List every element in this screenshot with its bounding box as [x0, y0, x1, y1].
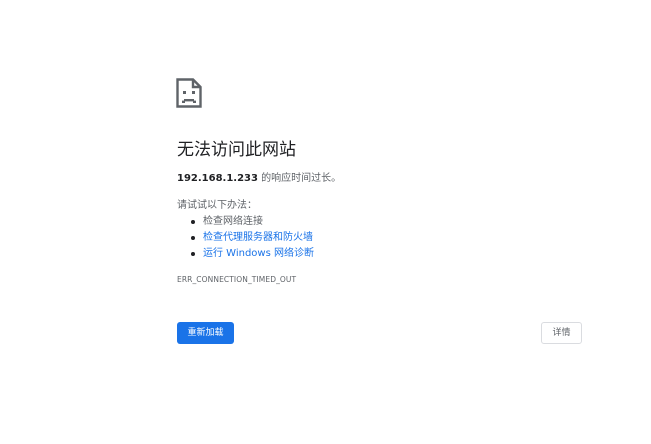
list-item: 检查网络连接 [177, 214, 314, 230]
sad-page-icon [176, 78, 202, 108]
error-page: 无法访问此网站 192.168.1.233 的响应时间过长。 请试试以下办法： … [0, 0, 651, 444]
bullet-icon [191, 252, 195, 256]
timeout-text: 的响应时间过长。 [257, 173, 342, 184]
run-network-diagnostics-link[interactable]: 运行 Windows 网络诊断 [203, 248, 314, 259]
error-description: 192.168.1.233 的响应时间过长。 [177, 172, 341, 186]
details-button[interactable]: 详情 [541, 322, 582, 344]
list-item: 运行 Windows 网络诊断 [177, 246, 314, 262]
list-item: 检查代理服务器和防火墙 [177, 230, 314, 246]
suggestions-list: 检查网络连接 检查代理服务器和防火墙 运行 Windows 网络诊断 [177, 214, 314, 262]
suggestion-check-network: 检查网络连接 [203, 216, 263, 227]
check-proxy-firewall-link[interactable]: 检查代理服务器和防火墙 [203, 232, 313, 243]
bullet-icon [191, 236, 195, 240]
page-title: 无法访问此网站 [177, 140, 296, 160]
suggestions-heading: 请试试以下办法： [177, 200, 257, 211]
reload-button[interactable]: 重新加载 [177, 322, 234, 344]
host-address: 192.168.1.233 [177, 173, 258, 184]
bullet-icon [191, 220, 195, 224]
error-code: ERR_CONNECTION_TIMED_OUT [177, 275, 297, 284]
